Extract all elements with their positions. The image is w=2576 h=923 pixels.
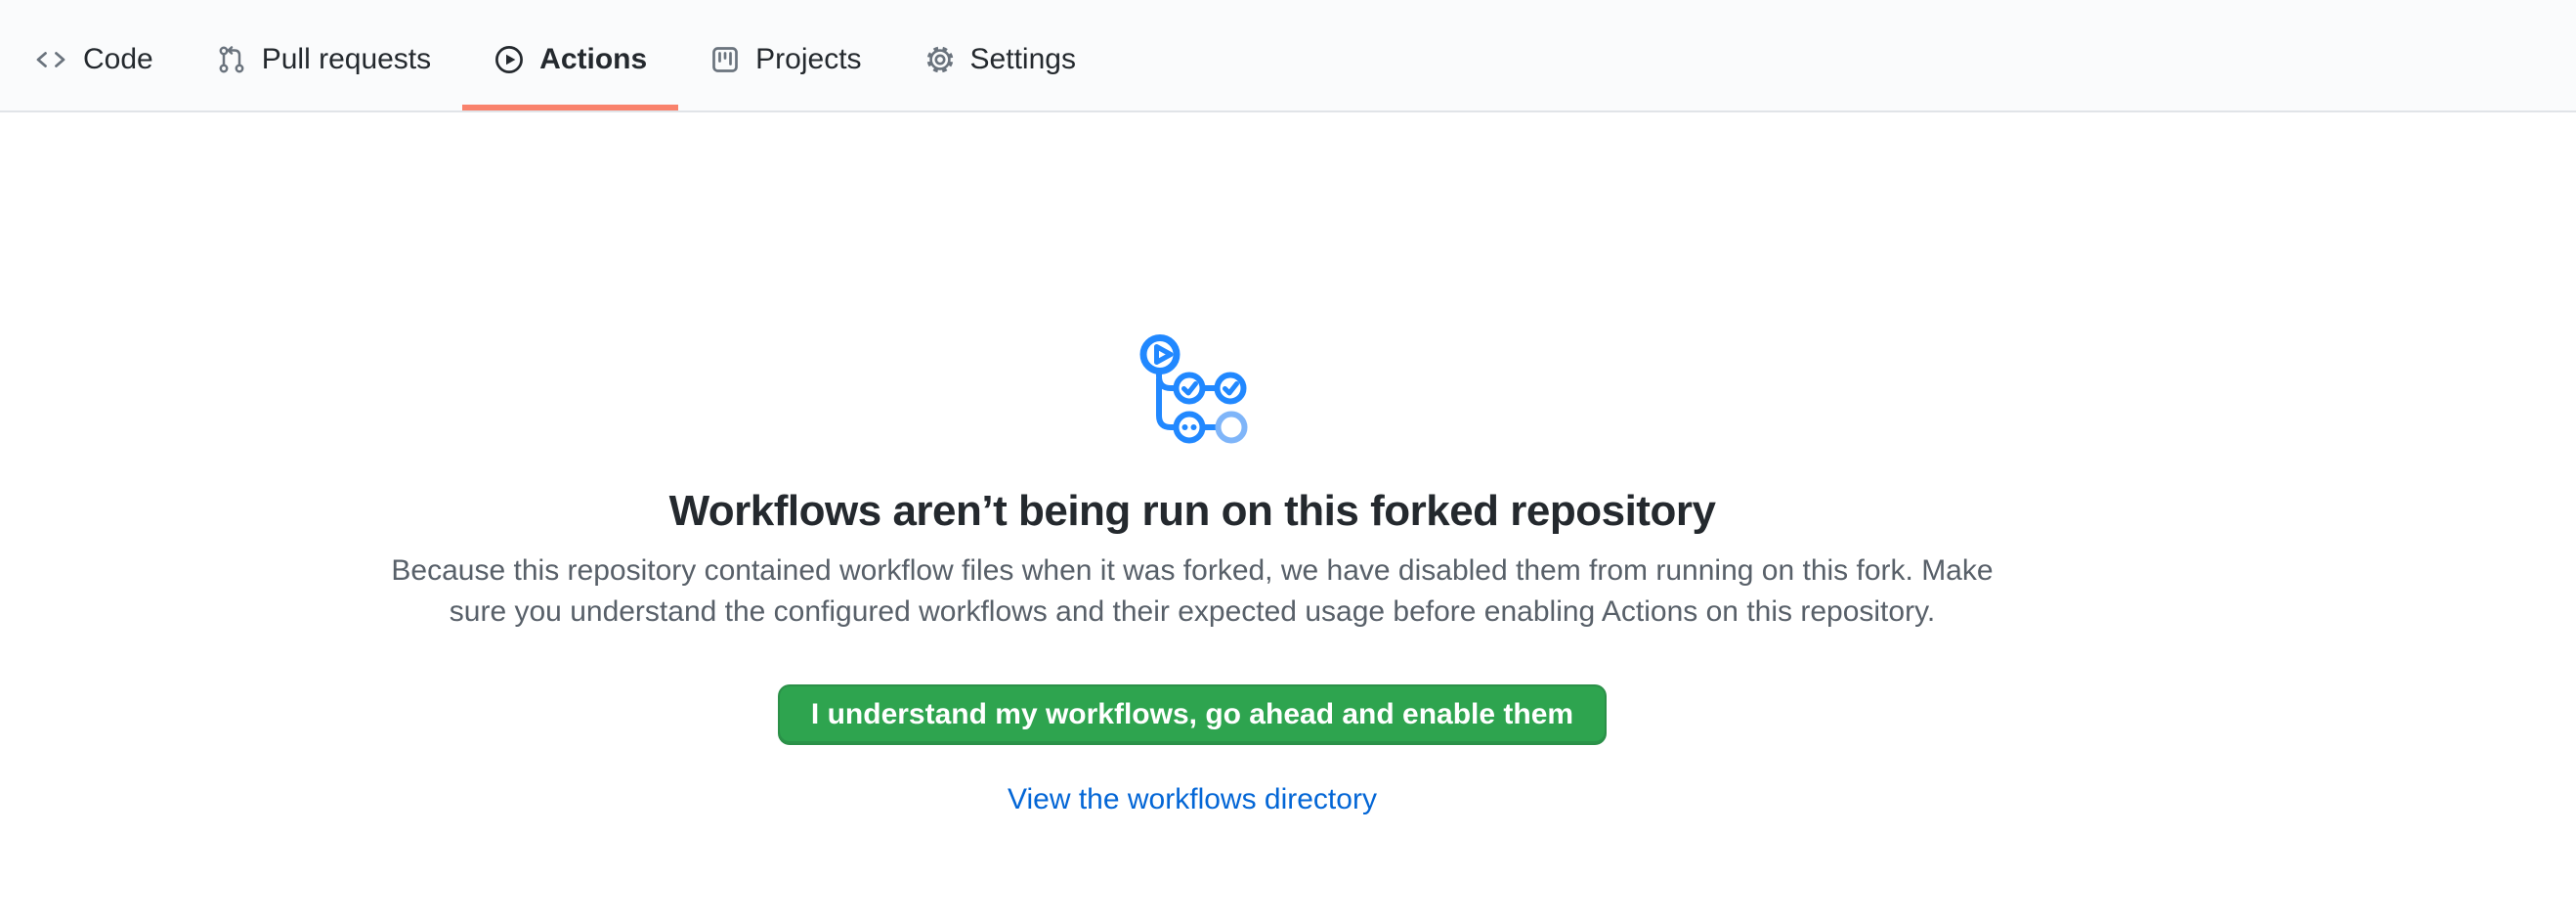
description-line-2: sure you understand the configured workf… [0, 592, 2384, 633]
tab-actions[interactable]: Actions [462, 0, 678, 110]
description-line-1: Because this repository contained workfl… [0, 550, 2384, 592]
workflow-graph-icon [1134, 326, 1251, 447]
blankslate-description: Because this repository contained workfl… [0, 550, 2384, 633]
code-icon [33, 44, 68, 75]
view-workflows-directory-link[interactable]: View the workflows directory [1008, 783, 1377, 815]
tab-settings[interactable]: Settings [893, 0, 1107, 110]
tab-pull-requests[interactable]: Pull requests [185, 0, 462, 110]
tab-label: Pull requests [262, 45, 431, 74]
tab-code[interactable]: Code [2, 0, 185, 110]
repo-tabbar: Code Pull requests Actions Projects [0, 0, 2576, 112]
actions-blankslate: Workflows aren’t being run on this forke… [0, 326, 2384, 817]
tab-label: Code [83, 45, 153, 74]
gear-icon [924, 44, 956, 75]
play-icon [494, 44, 525, 75]
blankslate-title: Workflows aren’t being run on this forke… [0, 486, 2384, 537]
tab-label: Settings [970, 45, 1076, 74]
project-icon [709, 44, 741, 75]
tab-label: Actions [539, 45, 647, 74]
tab-projects[interactable]: Projects [678, 0, 892, 110]
git-pull-request-icon [216, 44, 247, 75]
tab-label: Projects [755, 45, 861, 74]
enable-workflows-button[interactable]: I understand my workflows, go ahead and … [778, 684, 1607, 745]
